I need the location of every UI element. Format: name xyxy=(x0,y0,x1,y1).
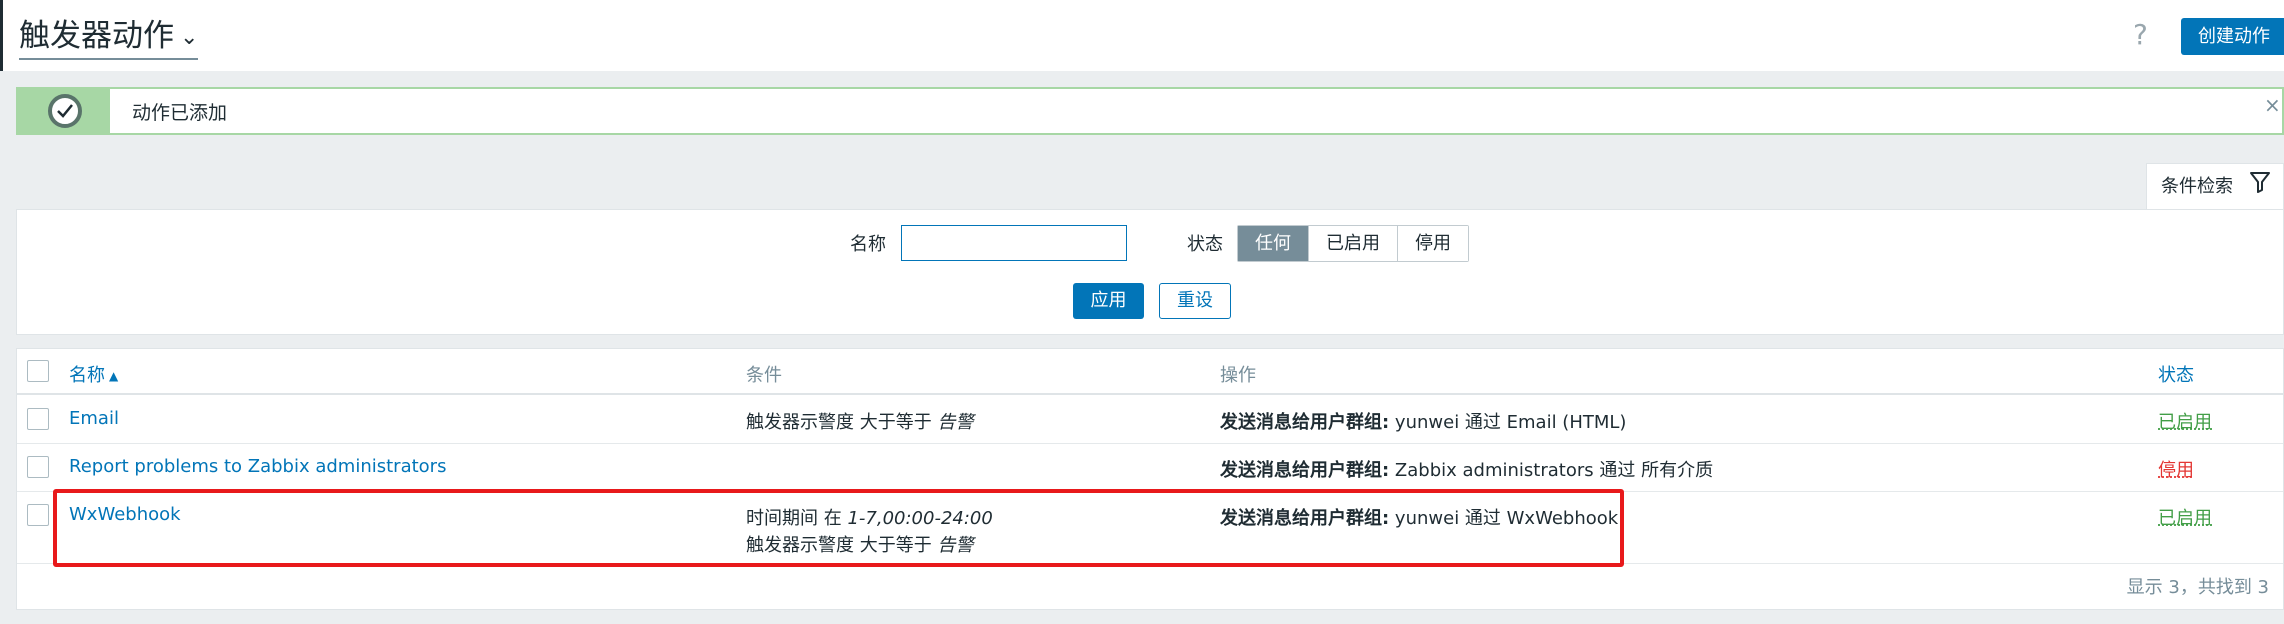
status-enabled-link[interactable]: 已启用 xyxy=(2158,408,2212,434)
action-name-link[interactable]: Email xyxy=(69,408,119,429)
filter-tab[interactable]: 条件检索 xyxy=(2146,163,2284,210)
help-icon[interactable]: ? xyxy=(2133,18,2148,51)
status-option-any[interactable]: 任何 xyxy=(1238,226,1309,261)
row-checkbox[interactable] xyxy=(27,504,49,526)
status-radio-group: 任何 已启用 停用 xyxy=(1237,225,1469,262)
row-checkbox[interactable] xyxy=(27,408,49,430)
operation-line: 发送消息给用户群组: yunwei 通过 Email (HTML) xyxy=(1220,408,1626,434)
filter-tab-label: 条件检索 xyxy=(2161,176,2233,197)
page-title-text: 触发器动作 xyxy=(19,18,174,54)
operation-label: 发送消息给用户群组: xyxy=(1220,412,1390,433)
success-message: 动作已添加 × xyxy=(16,87,2284,135)
filter-panel: 名称 状态 任何 已启用 停用 应用 重设 xyxy=(16,209,2284,335)
page-header: 触发器动作 ⌄ ? 创建动作 xyxy=(0,0,2284,71)
sort-asc-icon: ▲ xyxy=(109,369,119,383)
column-conditions-header: 条件 xyxy=(746,365,782,386)
condition-value: 告警 xyxy=(937,412,974,433)
filter-name-label: 名称 xyxy=(850,234,886,255)
operation-text: Zabbix administrators 通过 所有介质 xyxy=(1389,460,1714,481)
table-row: Report problems to Zabbix administrators… xyxy=(17,444,2283,492)
condition-text: 触发器示警度 大于等于 xyxy=(746,412,938,433)
apply-button[interactable]: 应用 xyxy=(1073,283,1144,319)
filter-status-label: 状态 xyxy=(1187,234,1223,255)
table-row: Email 触发器示警度 大于等于 告警 发送消息给用户群组: yunwei 通… xyxy=(17,396,2283,444)
status-option-disabled[interactable]: 停用 xyxy=(1398,226,1468,261)
highlight-box xyxy=(53,489,1624,567)
actions-table: 名称 ▲ 条件 操作 状态 Email 触发器示警度 大于等于 告警 发送消息给用… xyxy=(16,348,2284,610)
results-count: 显示 3，共找到 3 xyxy=(2126,577,2269,598)
operation-label: 发送消息给用户群组: xyxy=(1220,460,1390,481)
row-checkbox[interactable] xyxy=(27,456,49,478)
create-action-button[interactable]: 创建动作 xyxy=(2181,18,2284,55)
chevron-down-icon: ⌄ xyxy=(180,24,199,50)
action-name-link[interactable]: Report problems to Zabbix administrators xyxy=(69,456,446,477)
filter-name-input[interactable] xyxy=(901,225,1127,261)
column-name-label: 名称 xyxy=(69,365,105,386)
condition-line: 触发器示警度 大于等于 告警 xyxy=(746,408,973,434)
table-header: 名称 ▲ 条件 操作 状态 xyxy=(17,349,2283,395)
operation-text: yunwei 通过 Email (HTML) xyxy=(1389,412,1627,433)
column-operations-header: 操作 xyxy=(1220,365,1256,386)
status-option-enabled[interactable]: 已启用 xyxy=(1309,226,1398,261)
filter-funnel-icon xyxy=(2249,170,2271,199)
message-text: 动作已添加 xyxy=(132,102,228,124)
operation-line: 发送消息给用户群组: Zabbix administrators 通过 所有介质 xyxy=(1220,456,1713,482)
close-icon[interactable]: × xyxy=(2264,93,2281,117)
status-enabled-link[interactable]: 已启用 xyxy=(2158,504,2212,530)
check-circle-icon xyxy=(48,94,82,128)
message-icon-area xyxy=(18,89,110,133)
select-all-checkbox[interactable] xyxy=(27,360,49,382)
page-title-dropdown[interactable]: 触发器动作 ⌄ xyxy=(19,18,199,60)
column-name-header[interactable]: 名称 ▲ xyxy=(69,361,118,387)
reset-button[interactable]: 重设 xyxy=(1159,283,1231,319)
column-status-header[interactable]: 状态 xyxy=(2158,361,2194,387)
status-disabled-link[interactable]: 停用 xyxy=(2158,456,2194,482)
